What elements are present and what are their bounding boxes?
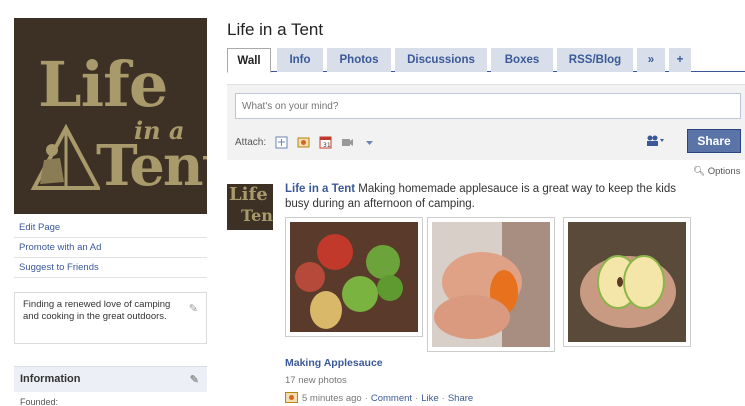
suggest-to-friends-link[interactable]: Suggest to Friends [14,258,207,278]
magnifier-icon: 🔍︎ [693,166,706,177]
page-admin-links: Edit Page Promote with an Ad Suggest to … [14,218,207,278]
founded-label: Founded: [20,397,59,406]
page-tab-bar: Wall Info Photos Discussions Boxes RSS/B… [227,46,745,73]
edit-information-pencil-icon[interactable]: ✎ [190,373,199,386]
tent-camper-icon [30,123,100,190]
apples-photo [290,222,418,332]
photo-album-icon [285,391,298,406]
tab-photos[interactable]: Photos [327,48,391,72]
wall-options-link[interactable]: 🔍︎ Options [693,166,740,177]
tab-wall[interactable]: Wall [227,48,271,73]
photo-thumbnail-cut-apple[interactable] [563,217,691,347]
story-meta-row: 5 minutes ago · Comment · Like · Share [285,391,473,406]
promote-with-ad-link[interactable]: Promote with an Ad [14,238,207,258]
avatar-word-life: Life [229,184,268,205]
peeling-photo [432,222,550,347]
edit-about-pencil-icon[interactable]: ✎ [189,303,198,315]
story-avatar[interactable]: Life Tent [227,184,273,230]
attach-event-icon[interactable]: 31 [318,135,332,149]
page-profile-picture[interactable]: Life in a Tent [14,18,207,214]
attach-row: Attach: 31 [235,133,384,151]
add-tab-button[interactable]: + [669,48,691,72]
svg-text:31: 31 [323,142,331,149]
story-timestamp[interactable]: 5 minutes ago [302,393,362,404]
album-title-link[interactable]: Making Applesauce [285,357,383,369]
information-heading: Information [20,373,81,385]
status-composer: Attach: 31 Share [227,84,745,160]
attach-link-icon[interactable] [274,135,288,149]
photo-thumbnail-apples[interactable] [285,217,423,337]
story-actor-link[interactable]: Life in a Tent [285,183,355,195]
avatar-word-tent: Tent [241,206,273,225]
cut-apple-photo [568,222,686,342]
attach-more-dropdown-icon[interactable] [362,135,376,149]
tab-info[interactable]: Info [277,48,323,72]
about-box: Finding a renewed love of camping and co… [14,292,207,344]
logo-word-life: Life [38,48,168,121]
attach-photo-icon[interactable] [296,135,310,149]
tab-boxes[interactable]: Boxes [491,48,553,72]
about-text: Finding a renewed love of camping and co… [23,299,171,322]
photo-thumbnail-peeling[interactable] [427,217,555,352]
page-title: Life in a Tent [227,20,324,39]
information-section-header: Information ✎ [14,366,207,392]
tab-rss-blog[interactable]: RSS/Blog [557,48,633,72]
attach-label: Attach: [235,136,267,148]
share-link[interactable]: Share [448,393,473,404]
options-label: Options [707,166,741,177]
like-link[interactable]: Like [421,393,438,404]
privacy-people-icon[interactable] [645,135,665,150]
attach-video-icon[interactable] [340,135,354,149]
tab-discussions[interactable]: Discussions [395,48,487,72]
status-input[interactable] [235,93,741,119]
edit-page-link[interactable]: Edit Page [14,218,207,238]
comment-link[interactable]: Comment [371,393,412,404]
album-photo-count: 17 new photos [285,375,347,386]
share-button[interactable]: Share [687,129,741,153]
more-tabs-button[interactable]: » [637,48,665,72]
story-text: Life in a Tent Making homemade applesauc… [285,182,695,212]
logo-word-tent: Tent [96,133,207,199]
